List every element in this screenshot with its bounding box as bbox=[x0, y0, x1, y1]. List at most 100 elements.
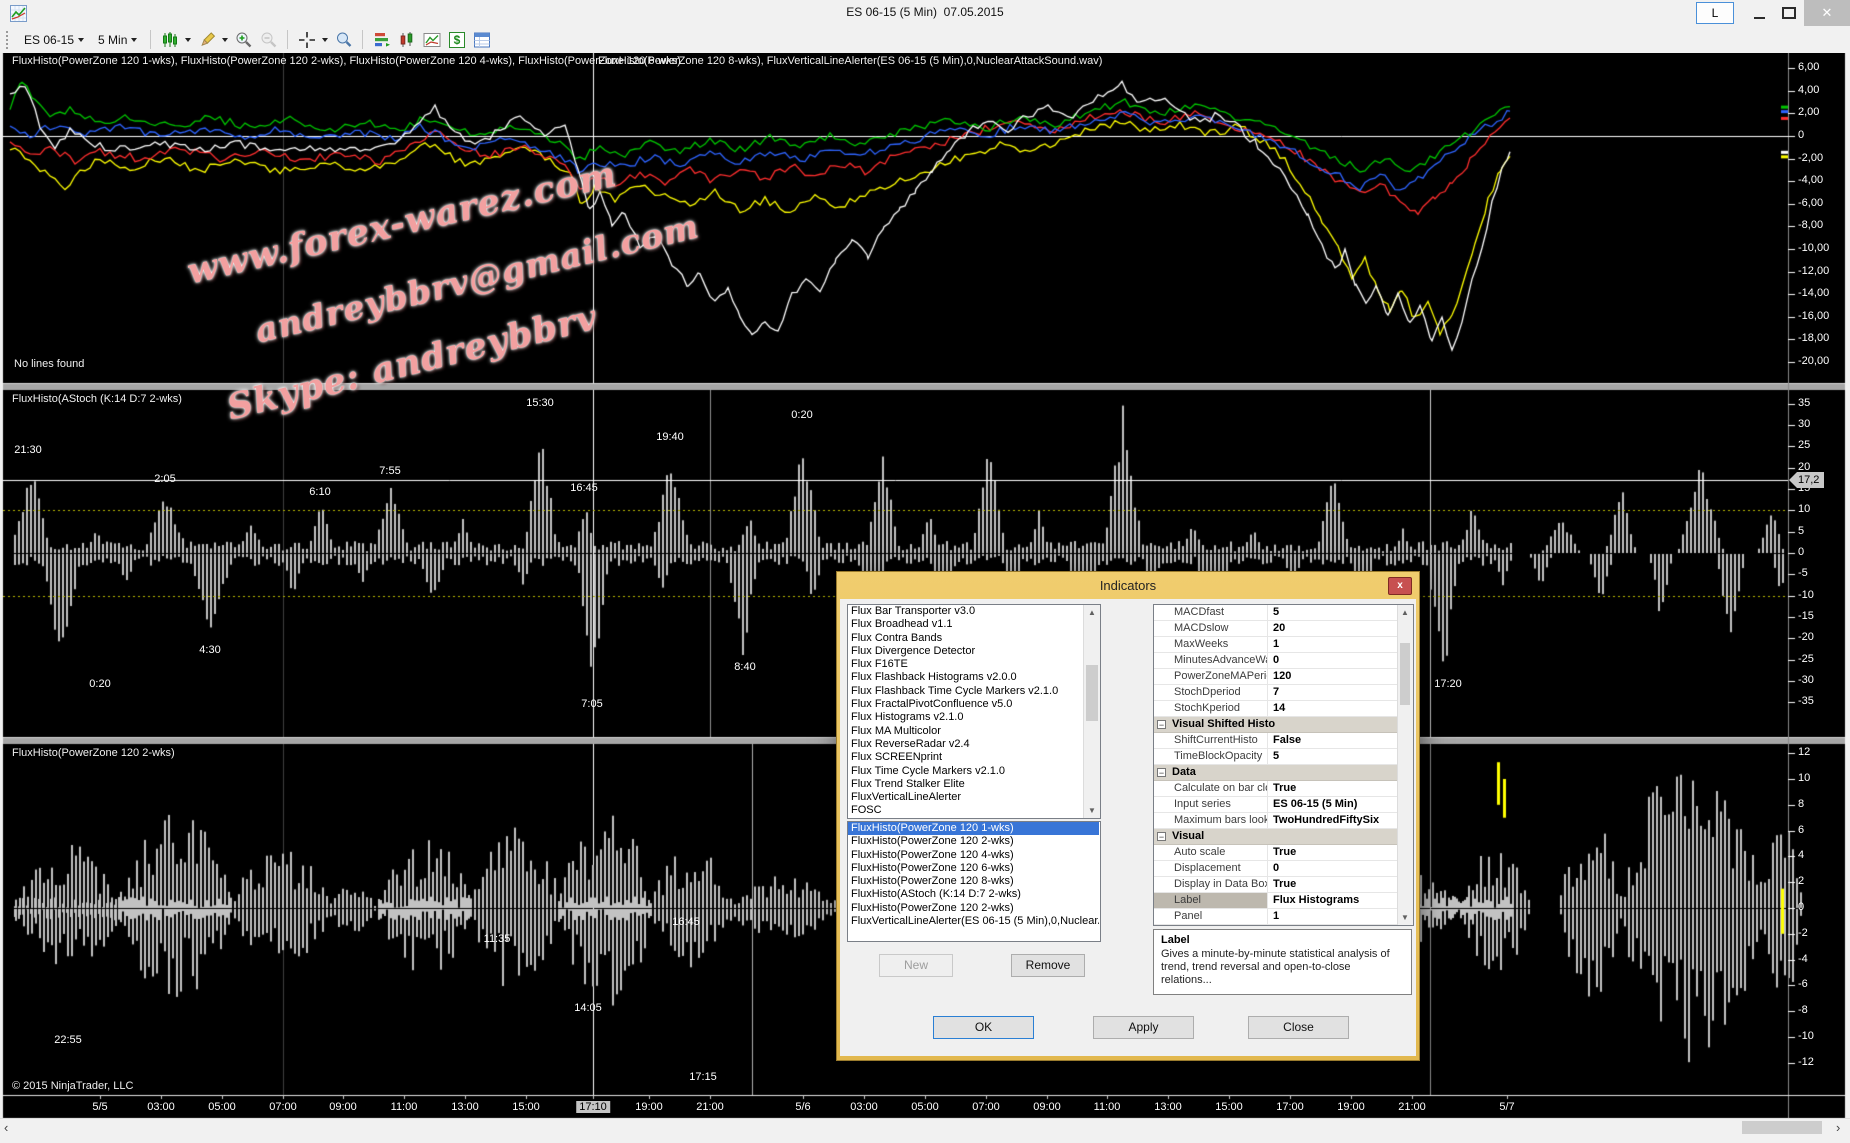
configured-indicators-list[interactable]: FluxHisto(PowerZone 120 1-wks)FluxHisto(… bbox=[847, 821, 1101, 942]
zoom-out-button[interactable] bbox=[259, 30, 278, 49]
property-value[interactable]: ES 06-15 (5 Min) bbox=[1268, 797, 1413, 812]
collapse-icon[interactable]: − bbox=[1157, 832, 1166, 841]
available-indicator-item[interactable]: FluxVerticalLineAlerter bbox=[848, 791, 1081, 804]
chart-style-button[interactable] bbox=[160, 30, 179, 49]
available-indicator-item[interactable]: Flux Broadhead v1.1 bbox=[848, 618, 1081, 631]
magnifier-button[interactable] bbox=[334, 30, 353, 49]
property-value[interactable]: True bbox=[1268, 877, 1413, 892]
property-value[interactable]: Flux Histograms bbox=[1268, 893, 1413, 908]
property-value[interactable]: 0 bbox=[1268, 653, 1413, 668]
scroll-down-icon[interactable]: ▼ bbox=[1084, 803, 1100, 818]
property-row[interactable]: Input seriesES 06-15 (5 Min) bbox=[1154, 797, 1413, 813]
close-dialog-button[interactable]: Close bbox=[1248, 1016, 1349, 1039]
available-indicator-item[interactable]: Flux Bar Transporter v3.0 bbox=[848, 605, 1081, 618]
property-value[interactable]: 1 bbox=[1268, 637, 1413, 652]
collapse-icon[interactable]: − bbox=[1157, 768, 1166, 777]
scrollbar-thumb[interactable] bbox=[1086, 665, 1098, 721]
property-value[interactable]: 7 bbox=[1268, 685, 1413, 700]
market-depth-button[interactable] bbox=[372, 30, 391, 49]
available-indicator-item[interactable]: FOSC bbox=[848, 804, 1081, 817]
chart-trader-button[interactable] bbox=[397, 30, 416, 49]
data-grid-button[interactable] bbox=[472, 30, 491, 49]
property-group-row[interactable]: −Visual Shifted Histo bbox=[1154, 717, 1413, 733]
toolbar-grip-handle[interactable] bbox=[6, 31, 12, 49]
configured-indicator-item[interactable]: FluxHisto(PowerZone 120 1-wks) bbox=[848, 822, 1099, 835]
link-button[interactable]: L bbox=[1696, 2, 1734, 24]
properties-grid[interactable]: MACDfast5MACDslow20MaxWeeks1MinutesAdvan… bbox=[1153, 604, 1414, 926]
available-indicator-item[interactable]: Flux Divergence Detector bbox=[848, 645, 1081, 658]
property-row[interactable]: ShiftCurrentHistoFalse bbox=[1154, 733, 1413, 749]
configured-indicator-item[interactable]: FluxHisto(PowerZone 120 4-wks) bbox=[848, 849, 1099, 862]
collapse-icon[interactable]: − bbox=[1157, 720, 1166, 729]
scroll-down-icon[interactable]: ▼ bbox=[1398, 910, 1412, 925]
property-row[interactable]: Displacement0 bbox=[1154, 861, 1413, 877]
property-row[interactable]: Maximum bars look lTwoHundredFiftySix bbox=[1154, 813, 1413, 829]
mini-chart-button[interactable] bbox=[422, 30, 441, 49]
property-row[interactable]: Calculate on bar closTrue bbox=[1154, 781, 1413, 797]
available-indicator-item[interactable]: Flux Time Cycle Markers v2.1.0 bbox=[848, 765, 1081, 778]
property-row[interactable]: LabelFlux Histograms bbox=[1154, 893, 1413, 909]
available-indicator-item[interactable]: Flux Histograms v2.1.0 bbox=[848, 711, 1081, 724]
property-row[interactable]: TimeBlockOpacity5 bbox=[1154, 749, 1413, 765]
property-row[interactable]: Display in Data BoxTrue bbox=[1154, 877, 1413, 893]
instrument-selector[interactable]: ES 06-15 bbox=[20, 31, 88, 49]
available-indicator-item[interactable]: Flux FractalPivotConfluence v5.0 bbox=[848, 698, 1081, 711]
property-group-row[interactable]: −Visual bbox=[1154, 829, 1413, 845]
property-value[interactable]: 14 bbox=[1268, 701, 1413, 716]
property-value[interactable]: 120 bbox=[1268, 669, 1413, 684]
close-button[interactable]: ✕ bbox=[1804, 0, 1850, 26]
available-indicator-item[interactable]: Flux F16TE bbox=[848, 658, 1081, 671]
scroll-right-arrow-icon[interactable]: › bbox=[1836, 1119, 1840, 1137]
maximize-button[interactable] bbox=[1774, 0, 1804, 26]
remove-button[interactable]: Remove bbox=[1011, 954, 1085, 977]
property-row[interactable]: MACDfast5 bbox=[1154, 605, 1413, 621]
chevron-down-icon[interactable] bbox=[222, 38, 228, 42]
apply-button[interactable]: Apply bbox=[1093, 1016, 1194, 1039]
configured-indicator-item[interactable]: FluxHisto(PowerZone 120 6-wks) bbox=[848, 862, 1099, 875]
scrollbar-thumb[interactable] bbox=[1742, 1121, 1822, 1134]
property-row[interactable]: StochDperiod7 bbox=[1154, 685, 1413, 701]
available-indicators-list[interactable]: ▲ ▼ Flux Bar Transporter v3.0Flux Broadh… bbox=[847, 604, 1101, 819]
property-value[interactable]: 5 bbox=[1268, 605, 1413, 620]
new-button[interactable]: New bbox=[879, 954, 953, 977]
available-indicator-item[interactable]: Flux Flashback Time Cycle Markers v2.1.0 bbox=[848, 685, 1081, 698]
minimize-button[interactable] bbox=[1744, 0, 1774, 26]
available-indicator-item[interactable]: Flux Flashback Histograms v2.0.0 bbox=[848, 671, 1081, 684]
scrollbar-thumb[interactable] bbox=[1400, 643, 1410, 705]
scroll-up-icon[interactable]: ▲ bbox=[1084, 605, 1100, 620]
configured-indicator-item[interactable]: FluxVerticalLineAlerter(ES 06-15 (5 Min)… bbox=[848, 915, 1099, 928]
property-row[interactable]: MinutesAdvanceWar0 bbox=[1154, 653, 1413, 669]
available-indicator-item[interactable]: Flux MA Multicolor bbox=[848, 725, 1081, 738]
available-indicator-item[interactable]: Flux ReverseRadar v2.4 bbox=[848, 738, 1081, 751]
configured-indicator-item[interactable]: FluxHisto(PowerZone 120 2-wks) bbox=[848, 835, 1099, 848]
scroll-up-icon[interactable]: ▲ bbox=[1398, 605, 1412, 620]
list-scrollbar[interactable]: ▲ ▼ bbox=[1083, 605, 1100, 818]
ok-button[interactable]: OK bbox=[933, 1016, 1034, 1039]
property-row[interactable]: Auto scaleTrue bbox=[1154, 845, 1413, 861]
property-row[interactable]: MaxWeeks1 bbox=[1154, 637, 1413, 653]
dialog-titlebar[interactable]: Indicators x bbox=[837, 572, 1419, 599]
available-indicator-item[interactable]: Flux Trend Stalker Elite bbox=[848, 778, 1081, 791]
dollar-button[interactable]: $ bbox=[447, 30, 466, 49]
configured-indicator-item[interactable]: FluxHisto(AStoch (K:14 D:7 2-wks) bbox=[848, 888, 1099, 901]
property-value[interactable]: 20 bbox=[1268, 621, 1413, 636]
property-value[interactable]: True bbox=[1268, 845, 1413, 860]
property-value[interactable]: 0 bbox=[1268, 861, 1413, 876]
dialog-close-button[interactable]: x bbox=[1388, 577, 1412, 595]
available-indicator-item[interactable]: Flux Contra Bands bbox=[848, 632, 1081, 645]
property-row[interactable]: StochKperiod14 bbox=[1154, 701, 1413, 717]
chevron-down-icon[interactable] bbox=[322, 38, 328, 42]
property-row[interactable]: Panel1 bbox=[1154, 909, 1413, 925]
property-value[interactable]: TwoHundredFiftySix bbox=[1268, 813, 1413, 828]
configured-indicator-item[interactable]: FluxHisto(PowerZone 120 2-wks) bbox=[848, 902, 1099, 915]
grid-scrollbar[interactable]: ▲ ▼ bbox=[1397, 605, 1413, 925]
interval-selector[interactable]: 5 Min bbox=[94, 31, 141, 49]
property-row[interactable]: PowerZoneMAPerioc120 bbox=[1154, 669, 1413, 685]
property-value[interactable]: 5 bbox=[1268, 749, 1413, 764]
horizontal-scrollbar[interactable]: ‹ › bbox=[0, 1118, 1850, 1137]
chevron-down-icon[interactable] bbox=[185, 38, 191, 42]
property-value[interactable]: True bbox=[1268, 781, 1413, 796]
available-indicator-item[interactable]: Flux SCREENprint bbox=[848, 751, 1081, 764]
drawing-tools-button[interactable] bbox=[197, 30, 216, 49]
crosshair-button[interactable] bbox=[297, 30, 316, 49]
